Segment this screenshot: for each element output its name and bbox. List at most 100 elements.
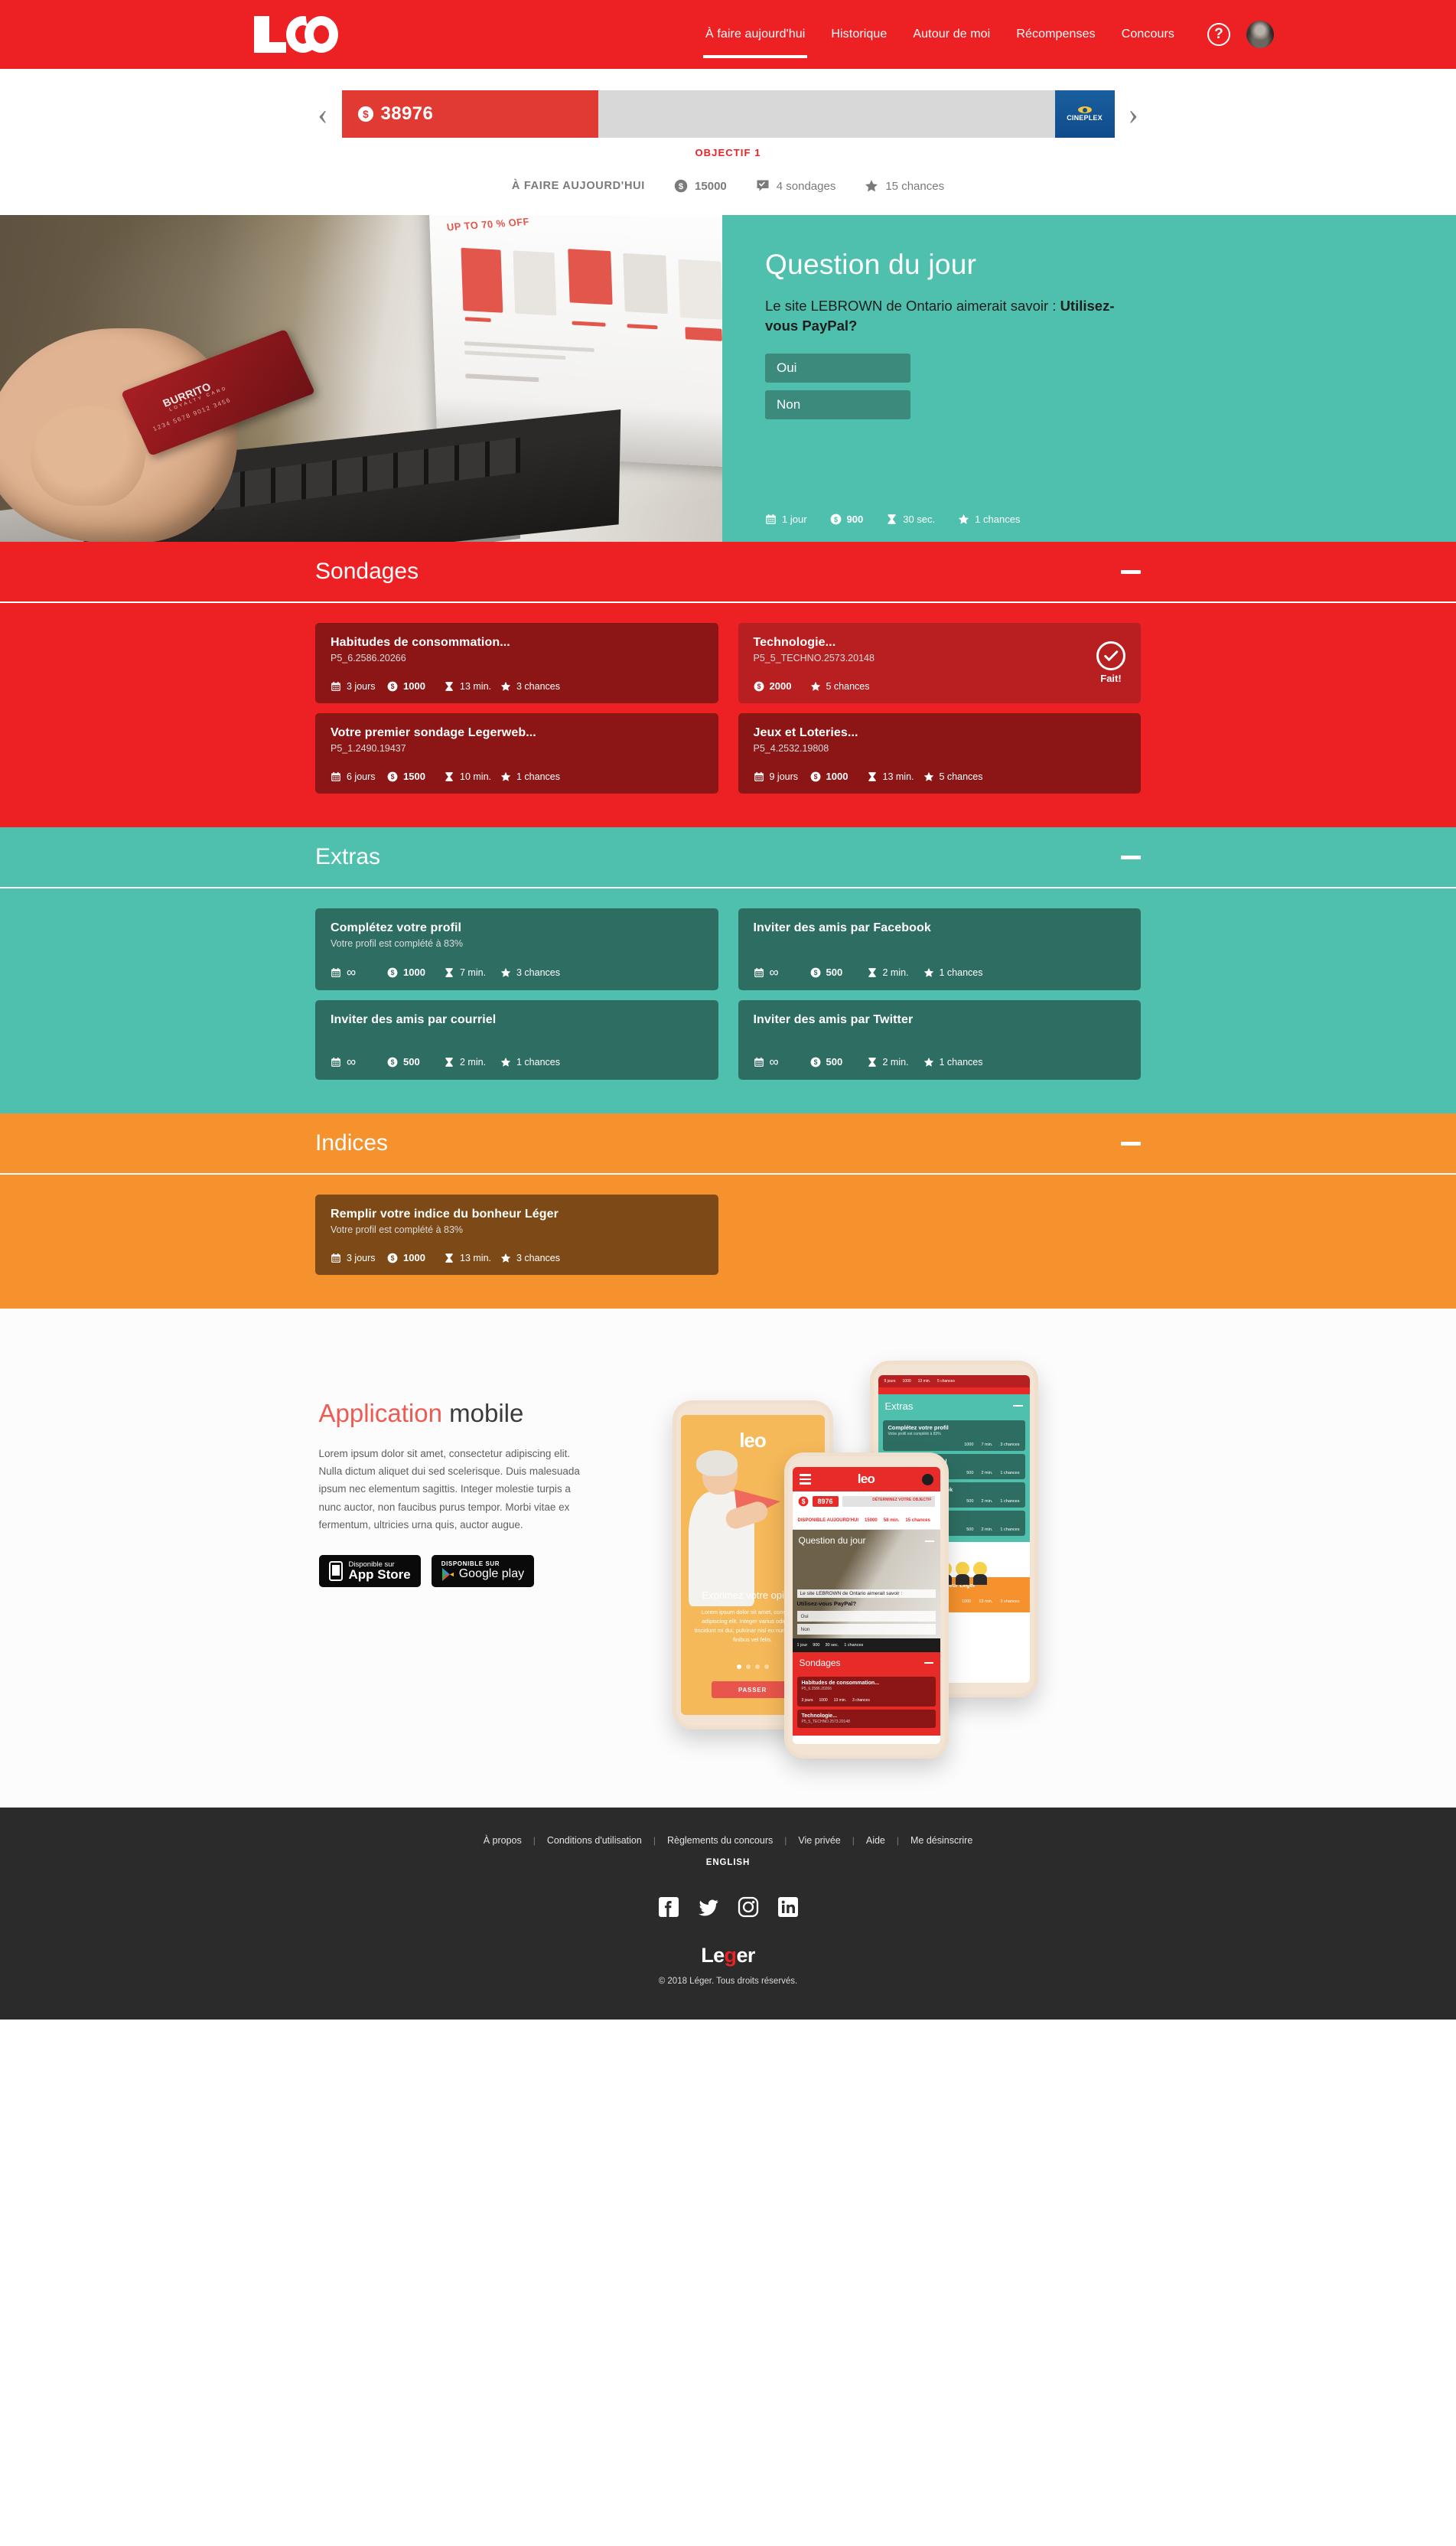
hourglass-icon: [445, 967, 453, 977]
card-code: P5_1.2490.19437: [331, 743, 406, 754]
google-play-badge[interactable]: DISPONIBLE SUR Google play: [431, 1555, 535, 1588]
today-summary: À FAIRE AUJOURD'HUI $ 15000 4 sondages 1…: [0, 179, 1456, 215]
p2-card-time: 13 min.: [833, 1698, 847, 1703]
card-points: $ 1000: [387, 680, 444, 692]
today-chances-value: 15 chances: [885, 179, 945, 193]
p2-survey-card: Habitudes de consommation... P5_6.2586.2…: [796, 1677, 936, 1707]
nav-item-historique[interactable]: Historique: [818, 0, 900, 69]
nav-item-autour-de-moi[interactable]: Autour de moi: [900, 0, 1003, 69]
nav-item-concours[interactable]: Concours: [1109, 0, 1187, 69]
p2-card-points: 1000: [819, 1698, 828, 1703]
extra-card[interactable]: Complétez votre profil Votre profil est …: [315, 908, 718, 990]
coin-icon: $: [830, 513, 841, 525]
p3-card-sub: Votre profil est complété à 83%: [888, 1432, 941, 1436]
card-chances-value: 1 chances: [939, 967, 983, 978]
extra-card[interactable]: Inviter des amis par courriel ∞ $ 500 2 …: [315, 1000, 718, 1080]
p3-chances: 5 chances: [937, 1379, 955, 1384]
p3-points: 1000: [902, 1379, 911, 1384]
card-title: Votre premier sondage Legerweb...: [331, 726, 536, 739]
card-points-value: 2000: [769, 680, 792, 692]
section-header-extras[interactable]: Extras: [0, 827, 1456, 888]
card-time-value: 13 min.: [882, 771, 914, 782]
instagram-icon[interactable]: [738, 1896, 759, 1918]
app-store-badge[interactable]: Disponible sur App Store: [318, 1555, 421, 1588]
answer-button-oui[interactable]: Oui: [765, 353, 910, 383]
card-meta: 6 jours $ 1500 10 min. 1 chances: [331, 754, 703, 782]
section-sondages: Sondages Habitudes de consommation... P5…: [0, 542, 1456, 827]
card-days-value: 9 jours: [769, 771, 799, 782]
survey-card[interactable]: Votre premier sondage Legerweb... P5_1.2…: [315, 713, 718, 794]
linkedin-icon[interactable]: [777, 1896, 799, 1918]
progress-fill: $ 38976: [341, 90, 598, 138]
answer-button-non[interactable]: Non: [765, 390, 910, 419]
prev-objective-arrow[interactable]: ‹: [318, 99, 327, 129]
star-icon: [959, 514, 969, 524]
card-time-value: 2 min.: [882, 967, 909, 978]
card-chances: 5 chances: [923, 771, 989, 782]
objective-progress-bar[interactable]: $ 38976 CINEPLEX: [341, 90, 1115, 138]
card-time-value: 2 min.: [460, 1056, 487, 1068]
avatar[interactable]: [1246, 21, 1274, 48]
survey-card[interactable]: Habitudes de consommation... P5_6.2586.2…: [315, 623, 718, 703]
language-toggle[interactable]: ENGLISH: [0, 1858, 1456, 1867]
footer-link-conditions[interactable]: Conditions d'utilisation: [536, 1835, 653, 1846]
calendar-icon: [331, 1253, 340, 1263]
empty-slot: [738, 1195, 1142, 1275]
collapse-minus-icon[interactable]: [1121, 1141, 1141, 1146]
nav-item-a-faire-aujourdhui[interactable]: À faire aujourd'hui: [692, 0, 818, 69]
card-points-value: 500: [403, 1056, 420, 1068]
coin-icon: $: [810, 1057, 820, 1067]
p2-question-du-jour: Question du jour Le site LEBROWN de Onta…: [792, 1530, 940, 1652]
card-chances: 1 chances: [923, 1057, 989, 1068]
extra-card[interactable]: Inviter des amis par Facebook ∞ $ 500 2 …: [738, 908, 1141, 990]
card-days: 9 jours: [754, 771, 810, 782]
footer-link-me-desinscrire[interactable]: Me désinscrire: [899, 1835, 984, 1846]
hero-meta-days: 1 jour: [765, 513, 807, 525]
survey-check-icon: [757, 180, 769, 191]
p2-avail-chances: 15 chances: [905, 1517, 930, 1523]
card-chances-value: 3 chances: [516, 680, 560, 692]
store-badges: Disponible sur App Store DISPONIBLE SUR: [318, 1555, 640, 1588]
index-card[interactable]: Remplir votre indice du bonheur Léger Vo…: [315, 1195, 718, 1275]
p2-avail-label: DISPONIBLE AUJOURD'HUI: [797, 1517, 859, 1523]
footer-link-aide[interactable]: Aide: [855, 1835, 897, 1846]
leo-logo[interactable]: [252, 15, 338, 54]
p3-survey-meta: 9 jours 1000 13 min. 5 chances: [878, 1375, 1030, 1387]
card-title: Jeux et Loteries...: [753, 726, 858, 739]
nav-label: Historique: [831, 28, 888, 41]
card-days: ∞: [331, 1055, 387, 1068]
survey-card[interactable]: Jeux et Loteries... P5_4.2532.19808 9 jo…: [738, 713, 1141, 794]
calendar-icon: [331, 681, 340, 691]
footer-link-a-propos[interactable]: À propos: [472, 1835, 533, 1846]
card-chances-value: 1 chances: [516, 771, 560, 782]
iphone-icon: [328, 1561, 343, 1582]
coin-icon: $: [798, 1496, 808, 1507]
help-question-icon[interactable]: ?: [1207, 23, 1230, 46]
p3-card-time: 2 min.: [981, 1499, 993, 1504]
p2-progress-bar: $ 8976 DÉTERMINEZ VOTRE OBJECTIF: [792, 1491, 940, 1511]
facebook-icon[interactable]: [658, 1896, 679, 1918]
collapse-minus-icon[interactable]: [1121, 569, 1141, 574]
p2-avail-time: 58 min.: [883, 1517, 900, 1523]
twitter-icon[interactable]: [698, 1896, 719, 1918]
card-points: $ 1000: [810, 771, 867, 782]
p3-extras-header: Extras: [878, 1394, 1030, 1417]
footer-link-vie-privee[interactable]: Vie privée: [787, 1835, 852, 1846]
app-title-accent: Application: [318, 1399, 442, 1427]
survey-card-completed[interactable]: Technologie... P5_5_TECHNO.2573.20148 Fa…: [738, 623, 1141, 703]
card-points: $ 1000: [387, 967, 444, 978]
card-chances: 3 chances: [500, 967, 566, 978]
next-objective-arrow[interactable]: ›: [1129, 99, 1138, 129]
footer-link-reglements[interactable]: Règlements du concours: [656, 1835, 784, 1846]
star-icon: [500, 1057, 511, 1067]
section-header-sondages[interactable]: Sondages: [0, 542, 1456, 603]
nav-item-recompenses[interactable]: Récompenses: [1003, 0, 1108, 69]
collapse-minus-icon[interactable]: [1121, 855, 1141, 859]
footer-links: À propos | Conditions d'utilisation | Rè…: [0, 1835, 1456, 1846]
section-header-indices[interactable]: Indices: [0, 1113, 1456, 1175]
calendar-icon: [331, 771, 340, 781]
card-points: $ 500: [810, 1056, 867, 1068]
extra-card[interactable]: Inviter des amis par Twitter ∞ $ 500 2 m…: [738, 1000, 1141, 1080]
hero-days-value: 1 jour: [782, 513, 807, 525]
card-meta: ∞ $ 500 2 min. 1 chances: [331, 1038, 703, 1068]
